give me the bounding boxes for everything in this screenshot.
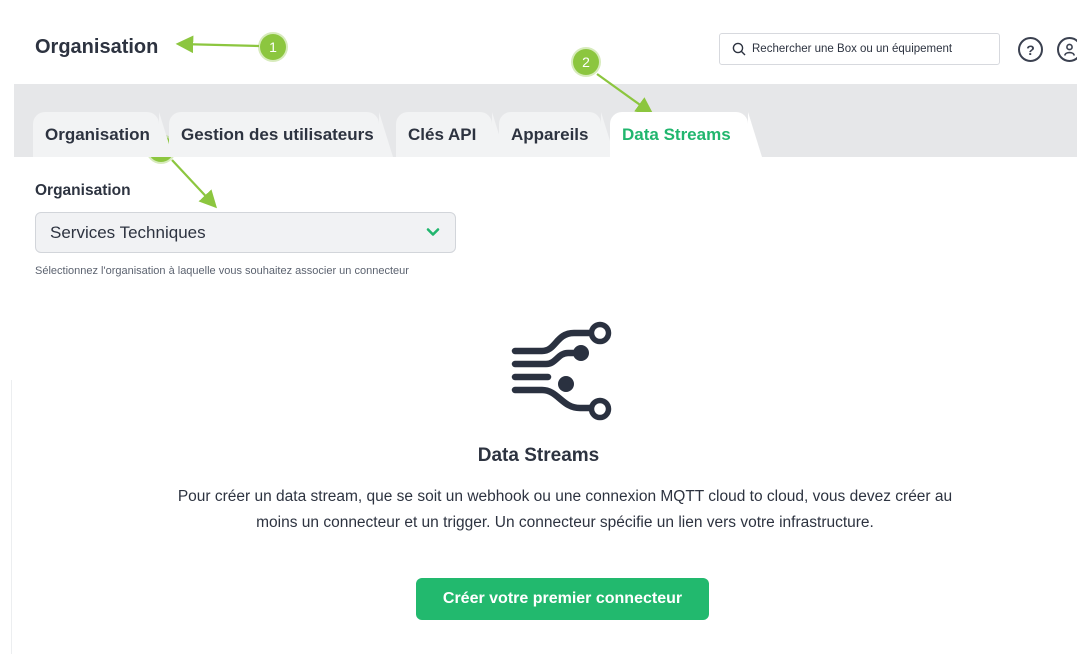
- tab-data-streams[interactable]: Data Streams: [610, 112, 762, 157]
- tab-label: Clés API: [408, 124, 477, 144]
- tab-label: Organisation: [45, 124, 150, 144]
- tab-label: Appareils: [511, 124, 589, 144]
- search-input[interactable]: Rechercher une Box ou un équipement: [719, 33, 1000, 65]
- tab-gestion-des-utilisateurs[interactable]: Gestion des utilisateurs: [169, 112, 393, 157]
- selected-value: Services Techniques: [50, 222, 206, 242]
- sidebar-edge: [0, 380, 12, 654]
- organisation-label: Organisation: [35, 182, 131, 199]
- header: Organisation Rechercher une Box ou un éq…: [0, 0, 1077, 84]
- tab-cles-api[interactable]: Clés API: [396, 112, 506, 157]
- user-icon[interactable]: [1057, 37, 1077, 62]
- tab-label: Data Streams: [622, 124, 731, 144]
- data-streams-icon: [511, 321, 612, 421]
- tab-bar: Organisation Gestion des utilisateurs Cl…: [14, 84, 1077, 157]
- tab-organisation[interactable]: Organisation: [33, 112, 173, 157]
- search-icon: [732, 42, 746, 56]
- organisation-select[interactable]: Services Techniques: [35, 212, 456, 253]
- question-icon[interactable]: ?: [1018, 37, 1043, 62]
- create-connector-button[interactable]: Créer votre premier connecteur: [416, 578, 709, 620]
- helper-text: Sélectionnez l'organisation à laquelle v…: [35, 265, 409, 277]
- annotation-arrow-3: [171, 159, 218, 209]
- page-title: Organisation: [35, 36, 159, 58]
- tab-label: Gestion des utilisateurs: [181, 124, 374, 144]
- chevron-down-icon: [426, 228, 440, 236]
- search-placeholder: Rechercher une Box ou un équipement: [752, 43, 953, 55]
- annotation-badge-1: 1: [260, 34, 286, 60]
- annotation-badge-2: 2: [573, 49, 599, 75]
- tab-appareils[interactable]: Appareils: [499, 112, 615, 157]
- empty-state-description: Pour créer un data stream, que se soit u…: [177, 488, 953, 531]
- empty-state-title: Data Streams: [477, 445, 600, 466]
